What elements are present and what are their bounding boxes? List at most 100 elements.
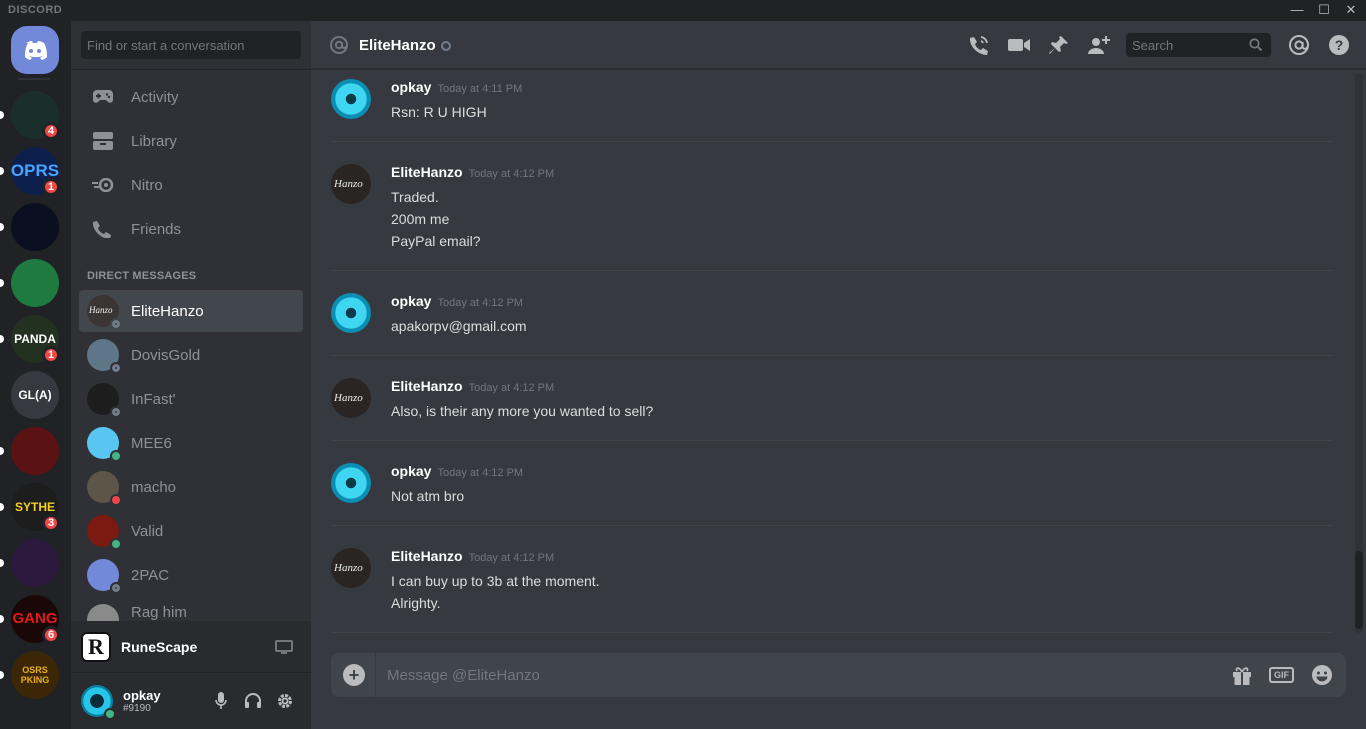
server-icon[interactable]: GANG 6 (0, 595, 60, 644)
headphones-icon[interactable] (243, 691, 263, 711)
message-avatar[interactable] (331, 79, 371, 119)
avatar-text: Hanzo (334, 392, 363, 404)
dm-avatar (87, 559, 122, 594)
voice-call-icon[interactable] (967, 33, 991, 57)
dm-name: macho (131, 478, 177, 496)
message-timestamp: Today at 4:12 PM (468, 552, 555, 564)
nav-activity[interactable]: Activity (79, 77, 303, 117)
activity-bar: R RuneScape (71, 621, 311, 673)
nav-library[interactable]: Library (79, 121, 303, 161)
server-icon[interactable] (0, 427, 59, 475)
message-author[interactable]: EliteHanzo (391, 164, 463, 180)
recipient-status-offline (441, 41, 451, 51)
upload-plus-button[interactable]: + (343, 664, 365, 686)
message-composer[interactable]: + Message @EliteHanzo GIF (331, 653, 1346, 697)
screen-share-icon[interactable] (275, 639, 293, 660)
message-avatar[interactable] (331, 463, 371, 503)
message-author[interactable]: opkay (391, 79, 431, 95)
mentions-icon[interactable] (1287, 33, 1311, 57)
server-label: OSRS PKING (20, 665, 50, 685)
dm-item[interactable]: MEE6 (79, 422, 303, 464)
message-avatar[interactable]: Hanzo (331, 378, 371, 418)
message-avatar[interactable] (331, 293, 371, 333)
microphone-icon[interactable] (211, 691, 231, 711)
unread-indicator (0, 111, 4, 119)
message-author[interactable]: EliteHanzo (391, 378, 463, 394)
title-bar: DISCORD — ☐ ✕ (0, 0, 1366, 21)
message-content: apakorpv@gmail.com (391, 315, 527, 337)
video-call-icon[interactable] (1007, 33, 1031, 57)
server-icon[interactable] (0, 203, 59, 251)
find-conversation-input[interactable]: Find or start a conversation (81, 31, 301, 59)
scrollbar-track[interactable] (1355, 73, 1363, 633)
message-author-block: opkay Today at 4:11 PM (391, 79, 522, 95)
server-icon[interactable]: SYTHE 3 (0, 483, 60, 532)
server-icon[interactable]: OSRS PKING (0, 651, 59, 699)
avatar-text: Hanzo (89, 305, 113, 315)
dm-name: EliteHanzo (131, 302, 204, 320)
maximize-button[interactable]: ☐ (1311, 0, 1337, 21)
runescape-logo: R (81, 631, 111, 662)
message-timestamp: Today at 4:12 PM (437, 467, 524, 479)
home-button[interactable] (11, 26, 59, 74)
server-icon[interactable]: 4 (0, 91, 60, 140)
at-icon (329, 35, 349, 60)
message-author[interactable]: opkay (391, 463, 431, 479)
mention-badge: 3 (42, 514, 60, 532)
server-icon[interactable]: OPRS 1 (0, 147, 60, 196)
server-icon[interactable] (0, 259, 59, 307)
dm-item[interactable]: Valid (79, 510, 303, 552)
dm-item[interactable]: macho (79, 466, 303, 508)
settings-gear-icon[interactable] (275, 691, 295, 711)
message-line: I can buy up to 3b at the moment. (391, 573, 600, 589)
nav-nitro[interactable]: Nitro (79, 165, 303, 205)
message-author[interactable]: EliteHanzo (391, 548, 463, 564)
activity-name: RuneScape (121, 638, 198, 655)
message-timestamp: Today at 4:12 PM (468, 382, 555, 394)
server-icon[interactable] (0, 539, 59, 587)
message-input-placeholder[interactable]: Message @EliteHanzo (387, 667, 540, 684)
unread-indicator (0, 559, 4, 567)
message-author-block: EliteHanzo Today at 4:12 PM (391, 548, 554, 564)
message-divider (331, 632, 1333, 633)
dm-item[interactable]: DovisGold (79, 334, 303, 376)
dm-avatar (87, 471, 122, 506)
scrollbar-thumb[interactable] (1355, 551, 1363, 629)
unread-indicator (0, 503, 4, 511)
help-icon[interactable]: ? (1327, 33, 1351, 57)
dm-item[interactable]: Hanzo EliteHanzo (79, 290, 303, 332)
user-avatar[interactable] (81, 685, 116, 720)
message-line: Not atm bro (391, 488, 465, 504)
chat-search-input[interactable]: Search (1126, 33, 1271, 57)
server-icon[interactable]: PANDA 1 (0, 315, 60, 364)
server-avatar (11, 259, 59, 307)
message-author[interactable]: opkay (391, 293, 431, 309)
message-list: opkay Today at 4:11 PM Rsn: R U HIGH Hanzo E… (311, 69, 1356, 654)
mention-badge: 1 (42, 178, 60, 196)
gif-button[interactable]: GIF (1269, 663, 1294, 687)
status-online (110, 450, 122, 462)
status-offline (110, 318, 122, 330)
dm-item[interactable]: InFast' (79, 378, 303, 420)
message-divider (331, 440, 1333, 441)
avatar-text: Hanzo (334, 178, 363, 190)
message-avatar[interactable]: Hanzo (331, 548, 371, 588)
close-window-button[interactable]: ✕ (1338, 0, 1364, 21)
server-avatar: GL(A) (11, 371, 59, 419)
status-online (110, 538, 122, 550)
pin-icon[interactable] (1047, 33, 1071, 57)
server-icon[interactable]: GL(A) (11, 371, 59, 419)
message-avatar[interactable]: Hanzo (331, 164, 371, 204)
unread-indicator (0, 223, 4, 231)
message-line: Also, is their any more you wanted to se… (391, 403, 654, 419)
emoji-icon[interactable] (1311, 663, 1333, 687)
nitro-icon (91, 173, 115, 197)
dm-avatar (87, 383, 122, 418)
minimize-button[interactable]: — (1284, 0, 1310, 21)
nav-friends[interactable]: Friends (79, 209, 303, 249)
add-friend-icon[interactable] (1087, 33, 1111, 57)
gift-icon[interactable] (1231, 663, 1253, 687)
dm-avatar (87, 339, 122, 374)
message-divider (331, 141, 1333, 142)
dm-item[interactable]: 2PAC (79, 554, 303, 596)
